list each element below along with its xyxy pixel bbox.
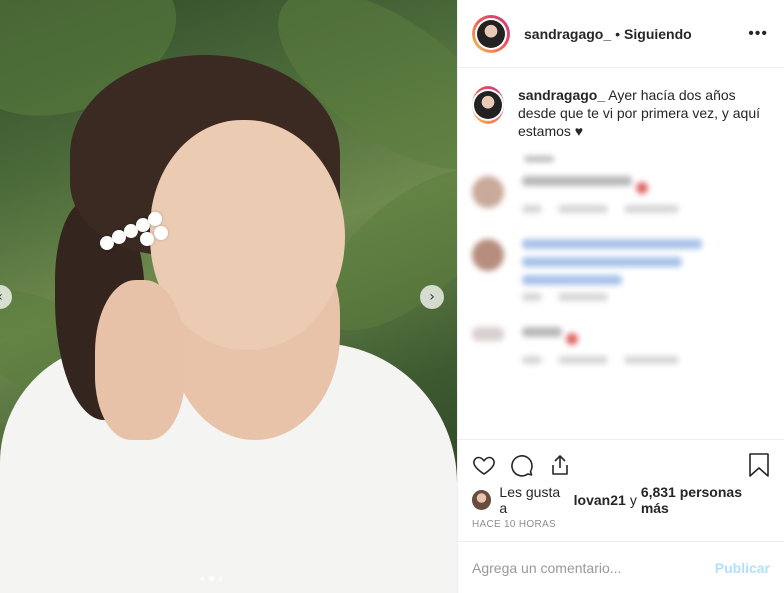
separator-dot: • — [615, 25, 621, 42]
next-photo-button[interactable]: › — [420, 285, 444, 309]
comment-icon[interactable] — [510, 453, 534, 477]
carousel-indicator — [200, 576, 223, 581]
header-username[interactable]: sandragago_ — [524, 26, 611, 42]
blurred-comments — [472, 156, 768, 364]
bookmark-icon[interactable] — [748, 452, 770, 477]
action-bar — [458, 439, 784, 489]
heart-icon[interactable] — [472, 453, 496, 477]
hair-flowers — [100, 210, 172, 258]
post-photo[interactable]: ‹ › — [0, 0, 457, 593]
post-header: sandragago_ • Siguiendo ••• — [458, 0, 784, 68]
comment-input[interactable] — [472, 559, 715, 576]
share-icon[interactable] — [548, 453, 572, 477]
liker-username[interactable]: lovan21 — [574, 492, 626, 508]
following-button[interactable]: Siguiendo — [624, 26, 692, 42]
publish-button[interactable]: Publicar — [715, 560, 770, 576]
caption-text: sandragago_ Ayer hacía dos años desde qu… — [518, 86, 768, 140]
liker-avatar[interactable] — [472, 490, 492, 510]
comment-item — [472, 327, 768, 364]
more-options-icon[interactable]: ••• — [748, 25, 768, 43]
carousel-dot-active — [209, 576, 214, 581]
comment-item — [472, 176, 768, 213]
post-caption: sandragago_ Ayer hacía dos años desde qu… — [472, 86, 768, 140]
caption-username[interactable]: sandragago_ — [518, 87, 605, 103]
instagram-post: ‹ › sandragago_ • Siguiendo ••• sandr — [0, 0, 784, 593]
likes-middle: y — [629, 492, 637, 508]
profile-avatar[interactable] — [472, 14, 510, 53]
comments-section: sandragago_ Ayer hacía dos años desde qu… — [458, 68, 784, 439]
post-timestamp[interactable]: HACE 10 HORAS — [458, 511, 784, 541]
likes-summary: Les gusta a lovan21 y 6,831 personas más — [458, 484, 784, 516]
carousel-dot — [200, 576, 205, 581]
caption-avatar[interactable] — [472, 86, 504, 124]
hand — [95, 280, 185, 440]
add-comment-form: Publicar — [458, 541, 784, 593]
post-panel: sandragago_ • Siguiendo ••• sandragago_ … — [457, 0, 784, 593]
carousel-dot — [218, 576, 223, 581]
comment-item — [472, 239, 768, 301]
